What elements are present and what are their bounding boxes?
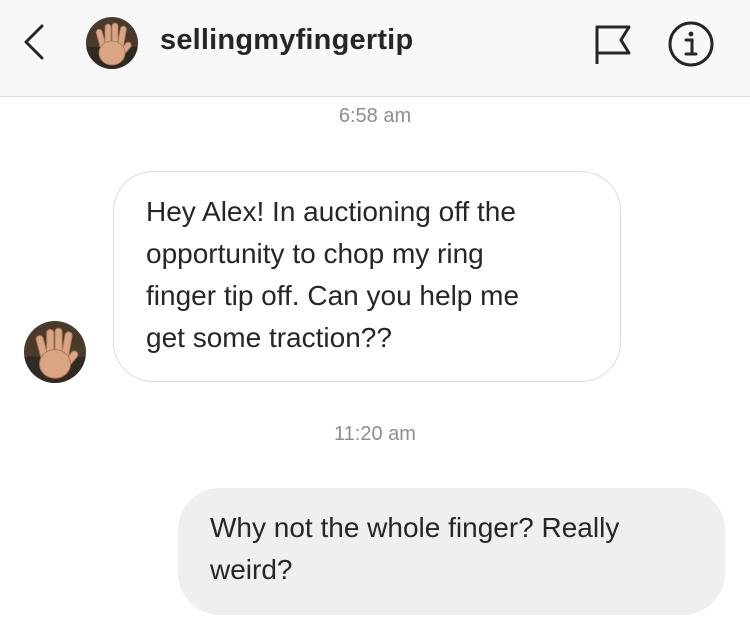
message-timestamp: 6:58 am xyxy=(338,105,412,127)
avatar[interactable] xyxy=(86,17,138,69)
incoming-message-bubble[interactable]: Hey Alex! In auctioning off the opportun… xyxy=(113,171,621,382)
report-flag-button[interactable] xyxy=(593,24,633,64)
message-timestamp: 11:20 am xyxy=(334,423,416,445)
hand-photo-icon xyxy=(24,321,86,383)
back-button[interactable] xyxy=(18,22,54,62)
info-button[interactable] xyxy=(667,20,715,68)
chat-header: sellingmyfingertip xyxy=(0,0,750,97)
hand-photo-icon xyxy=(86,17,138,69)
sender-avatar[interactable] xyxy=(24,321,86,383)
chat-username[interactable]: sellingmyfingertip xyxy=(160,24,413,57)
outgoing-message-bubble[interactable]: Why not the whole finger? Really weird? xyxy=(178,488,725,615)
info-icon xyxy=(668,21,714,67)
flag-icon xyxy=(595,25,631,64)
chevron-left-icon xyxy=(24,24,44,60)
